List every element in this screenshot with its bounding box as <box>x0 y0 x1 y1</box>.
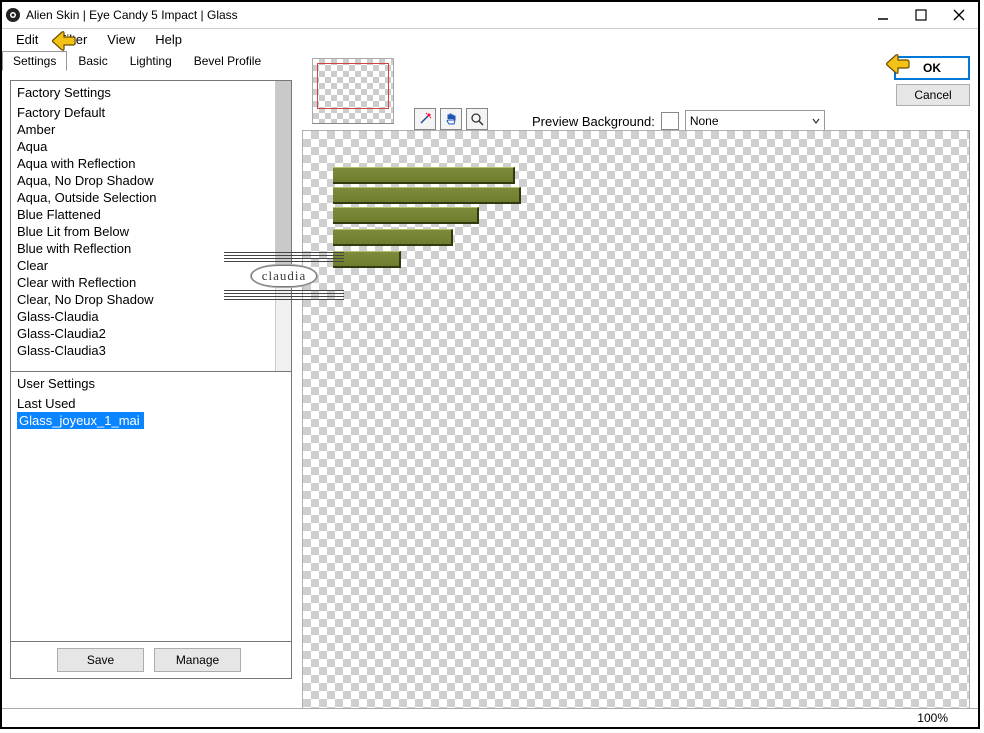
preview-tools <box>414 108 488 130</box>
list-item[interactable]: Blue Lit from Below <box>17 223 291 240</box>
chevron-down-icon <box>812 117 820 125</box>
list-item[interactable]: Glass-Claudia2 <box>17 325 291 342</box>
preview-background-row: Preview Background: None <box>532 110 825 132</box>
tab-bevel-profile[interactable]: Bevel Profile <box>183 51 272 71</box>
dialog-buttons: OK Cancel <box>894 56 970 106</box>
status-bar: 100% <box>2 708 978 727</box>
menu-edit[interactable]: Edit <box>6 32 48 47</box>
factory-settings-list: Factory Settings Factory Default Amber A… <box>11 81 291 372</box>
list-item[interactable]: Clear <box>17 257 291 274</box>
tab-settings[interactable]: Settings <box>2 51 67 71</box>
list-item[interactable]: Aqua, No Drop Shadow <box>17 172 291 189</box>
tab-basic[interactable]: Basic <box>67 51 118 71</box>
list-item[interactable]: Last Used <box>17 395 291 412</box>
preview-canvas[interactable] <box>302 130 970 709</box>
tab-lighting[interactable]: Lighting <box>119 51 183 71</box>
body-area: OK Cancel Preview Background: <box>2 74 978 709</box>
wand-tool-icon[interactable] <box>414 108 436 130</box>
cancel-button[interactable]: Cancel <box>896 84 970 106</box>
list-item[interactable]: Clear with Reflection <box>17 274 291 291</box>
save-button[interactable]: Save <box>57 648 144 672</box>
list-item[interactable]: Factory Default <box>17 104 291 121</box>
menu-bar: Edit Filter View Help <box>2 29 978 49</box>
app-icon <box>6 8 20 22</box>
preview-shape <box>333 187 521 204</box>
preview-thumbnail[interactable] <box>312 58 394 124</box>
factory-heading: Factory Settings <box>11 81 291 104</box>
tab-bar: Settings Basic Lighting Bevel Profile <box>2 49 978 71</box>
list-item[interactable]: Blue Flattened <box>17 206 291 223</box>
menu-help[interactable]: Help <box>145 32 192 47</box>
list-item[interactable]: Glass-Claudia3 <box>17 342 291 359</box>
zoom-tool-icon[interactable] <box>466 108 488 130</box>
preview-shape <box>333 167 515 184</box>
list-item[interactable]: Aqua, Outside Selection <box>17 189 291 206</box>
settings-panel: Factory Settings Factory Default Amber A… <box>10 80 292 679</box>
zoom-label: 100% <box>917 711 948 725</box>
menu-filter[interactable]: Filter <box>48 32 97 47</box>
preview-background-select[interactable]: None <box>685 110 825 132</box>
window-title: Alien Skin | Eye Candy 5 Impact | Glass <box>26 8 238 22</box>
preview-background-label: Preview Background: <box>532 114 655 129</box>
preview-background-value: None <box>690 114 719 128</box>
settings-buttons: Save Manage <box>11 642 291 678</box>
list-item[interactable]: Blue with Reflection <box>17 240 291 257</box>
list-item[interactable]: Glass-Claudia <box>17 308 291 325</box>
close-button[interactable] <box>940 2 978 28</box>
manage-button[interactable]: Manage <box>154 648 241 672</box>
preview-viewport-rect <box>317 63 389 109</box>
list-item[interactable]: Clear, No Drop Shadow <box>17 291 291 308</box>
ok-button[interactable]: OK <box>894 56 970 80</box>
preview-shape <box>333 229 453 246</box>
menu-view[interactable]: View <box>97 32 145 47</box>
preview-background-swatch[interactable] <box>661 112 679 130</box>
app-window: Alien Skin | Eye Candy 5 Impact | Glass … <box>0 0 980 729</box>
user-heading: User Settings <box>11 372 291 395</box>
hand-tool-icon[interactable] <box>440 108 462 130</box>
list-item[interactable]: Aqua <box>17 138 291 155</box>
list-item[interactable]: Glass_joyeux_1_mai <box>17 412 144 429</box>
scrollbar[interactable] <box>275 81 291 371</box>
scrollbar-thumb[interactable] <box>276 81 291 271</box>
maximize-button[interactable] <box>902 2 940 28</box>
preview-shape <box>333 251 401 268</box>
list-item[interactable]: Amber <box>17 121 291 138</box>
title-bar: Alien Skin | Eye Candy 5 Impact | Glass <box>2 2 978 29</box>
user-settings-list: User Settings Last Used Glass_joyeux_1_m… <box>11 372 291 642</box>
list-item[interactable]: Aqua with Reflection <box>17 155 291 172</box>
preview-shape <box>333 207 479 224</box>
minimize-button[interactable] <box>864 2 902 28</box>
